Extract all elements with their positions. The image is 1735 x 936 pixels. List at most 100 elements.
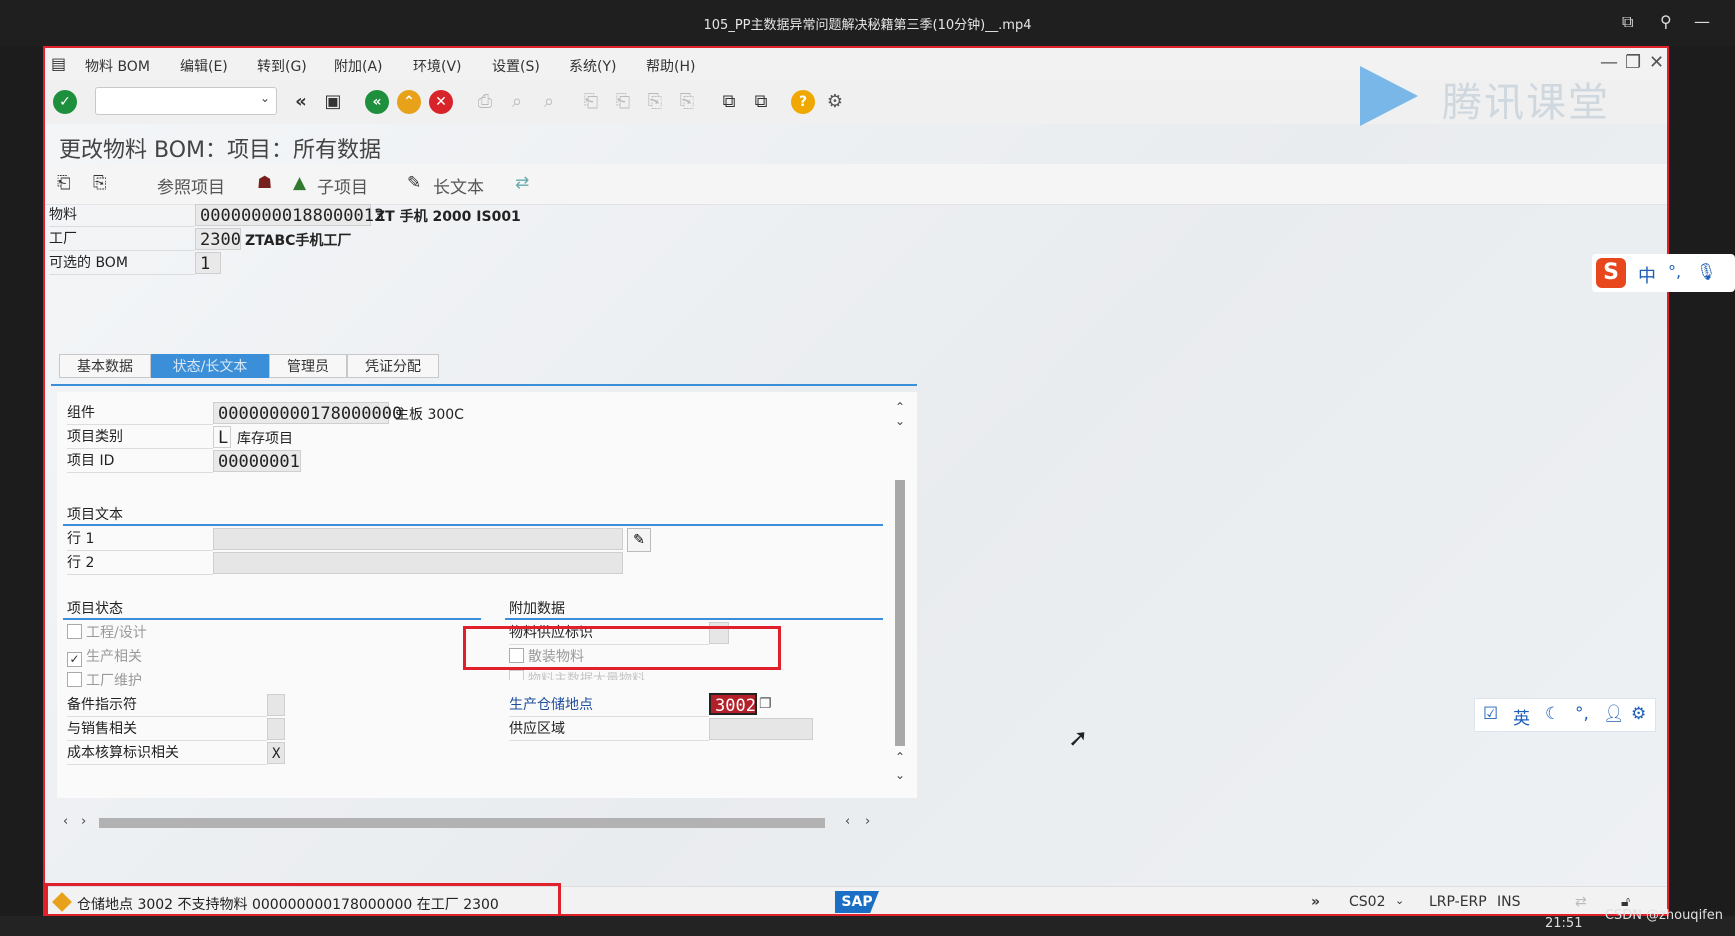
find-next-icon[interactable]: ⌕ <box>537 90 561 114</box>
menu-icon[interactable]: ▤ <box>51 54 66 73</box>
horizontal-scroll-thumb[interactable] <box>99 818 825 828</box>
punctuation-icon[interactable]: °, <box>1668 262 1681 281</box>
enter-check-icon[interactable]: ✓ <box>53 90 77 114</box>
scroll-left-icon-2[interactable]: ‹ <box>845 814 850 829</box>
vertical-scroll-thumb[interactable] <box>895 480 905 746</box>
item-category-description: 库存项目 <box>237 431 293 447</box>
scroll-up-icon-2[interactable]: ⌃ <box>895 750 905 764</box>
horizontal-scrollbar[interactable]: ‹ › ‹ › <box>53 814 913 832</box>
next-page-icon[interactable]: ⎘ <box>643 90 667 114</box>
menu-material-bom[interactable]: 物料 BOM <box>85 56 150 76</box>
engineering-label: 工程/设计 <box>86 625 147 641</box>
sales-relevant-field[interactable] <box>267 718 285 740</box>
sub-item-icon[interactable]: ▲ <box>293 173 306 193</box>
first-page-icon[interactable]: ⎗ <box>579 90 603 114</box>
picture-in-picture-icon[interactable]: ⧉ <box>1622 12 1633 32</box>
menu-extras[interactable]: 附加(A) <box>334 56 383 76</box>
scroll-down-icon-2[interactable]: ⌄ <box>895 768 905 782</box>
window-close-icon[interactable]: ✕ <box>1649 52 1664 73</box>
scroll-down-icon[interactable]: ⌄ <box>895 414 905 428</box>
mouse-cursor-icon: ➚ <box>1068 724 1089 752</box>
tab-document-assignment[interactable]: 凭证分配 <box>347 354 439 378</box>
supply-area-field[interactable] <box>709 718 813 740</box>
tab-administration[interactable]: 管理员 <box>269 354 347 378</box>
hat-icon[interactable]: ☗ <box>257 173 272 193</box>
find-icon[interactable]: ⌕ <box>505 90 529 114</box>
save-icon[interactable]: ▣ <box>321 90 345 114</box>
menu-settings[interactable]: 设置(S) <box>492 56 540 76</box>
microphone-icon[interactable]: 🎙︎ <box>1696 262 1716 281</box>
command-field[interactable]: ⌄ <box>95 87 277 115</box>
exit-icon[interactable]: ⌃ <box>397 90 421 114</box>
last-page-icon[interactable]: ⎘ <box>675 90 699 114</box>
cancel-icon[interactable]: ✕ <box>429 90 453 114</box>
ime-settings-icon[interactable]: ⚙ <box>1631 704 1646 724</box>
video-title-bar: 105_PP主数据异常问题解决秘籍第三季(10分钟)__.mp4 ⧉ ⚲ — <box>0 0 1735 46</box>
costing-relevant-field[interactable]: X <box>267 742 285 764</box>
sap-window: ▤ 物料 BOM 编辑(E) 转到(G) 附加(A) 环境(V) 设置(S) 系… <box>43 46 1669 916</box>
minimize-icon[interactable]: — <box>1694 12 1710 31</box>
ime-lang-toggle[interactable]: 中 <box>1638 262 1656 288</box>
check-icon: ✓ <box>67 652 82 667</box>
gear-icon[interactable]: ⚙ <box>823 90 847 114</box>
chevron-down-icon[interactable]: ⌄ <box>260 91 270 105</box>
text-line1-field[interactable] <box>213 528 623 550</box>
transaction-code[interactable]: CS02 <box>1349 894 1385 910</box>
transfer-icon[interactable]: ⇄ <box>515 173 529 193</box>
new-session-icon[interactable]: ⧉ <box>717 90 741 114</box>
tab-basic-data[interactable]: 基本数据 <box>59 354 151 378</box>
value-help-icon[interactable]: ❐ <box>759 696 772 712</box>
vertical-scrollbar[interactable]: ⌃ ⌄ ⌃ ⌄ <box>891 400 909 790</box>
material-field[interactable]: 000000000188000013 <box>195 204 384 226</box>
back-icon[interactable]: « <box>365 90 389 114</box>
scroll-right-icon[interactable]: › <box>81 814 86 829</box>
alt-bom-label: 可选的 BOM <box>49 252 195 275</box>
production-storage-location-field[interactable]: 3002 <box>709 693 757 716</box>
pin-icon[interactable]: ⚲ <box>1660 12 1672 31</box>
next-item-icon[interactable]: ⎘ <box>93 173 107 193</box>
long-text-button[interactable]: 长文本 <box>433 173 484 198</box>
spare-indicator-field[interactable] <box>267 694 285 716</box>
plant-field[interactable]: 2300 <box>195 228 241 250</box>
plant-maintenance-checkbox[interactable]: 工厂维护 <box>67 670 142 690</box>
item-id-field[interactable]: 00000001 <box>213 450 301 472</box>
menu-goto[interactable]: 转到(G) <box>257 56 307 76</box>
print-icon[interactable]: ⎙ <box>473 90 497 114</box>
alt-bom-field[interactable]: 1 <box>195 252 221 274</box>
input-mode[interactable]: INS <box>1497 894 1521 910</box>
plant-label: 工厂 <box>49 228 195 251</box>
moon-icon[interactable]: ☾ <box>1545 704 1560 724</box>
item-category-field[interactable]: L <box>213 426 231 448</box>
expand-status-icon[interactable]: » <box>1311 894 1320 910</box>
tab-status-long-text[interactable]: 状态/长文本 <box>151 354 269 378</box>
menu-system[interactable]: 系统(Y) <box>569 56 616 76</box>
sub-item-button[interactable]: 子项目 <box>317 173 368 198</box>
help-icon[interactable]: ? <box>791 90 815 114</box>
ime-english-toggle[interactable]: 英 <box>1513 704 1530 729</box>
user-icon[interactable]: 👤︎ <box>1603 704 1625 724</box>
taskbar-clock: 21:51 <box>1545 916 1583 931</box>
engineering-checkbox[interactable]: 工程/设计 <box>67 622 147 642</box>
scroll-right-icon-2[interactable]: › <box>865 814 870 829</box>
scroll-up-icon[interactable]: ⌃ <box>895 400 905 414</box>
menu-edit[interactable]: 编辑(E) <box>180 56 228 76</box>
sogou-logo-icon[interactable]: S <box>1596 258 1626 288</box>
back-double-chevron-icon[interactable]: « <box>289 90 313 114</box>
component-field[interactable]: 000000000178000000 <box>213 402 402 424</box>
edit-text-icon[interactable]: ✎ <box>627 528 651 552</box>
text-line2-label: 行 2 <box>67 552 213 575</box>
play-logo-icon <box>1360 66 1418 126</box>
menu-help[interactable]: 帮助(H) <box>646 56 695 76</box>
tcode-chevron-icon[interactable]: ⌄ <box>1395 894 1404 907</box>
prev-page-icon[interactable]: ⎗ <box>611 90 635 114</box>
previous-item-icon[interactable]: ⎗ <box>57 173 71 193</box>
ime-check-icon[interactable]: ☑ <box>1483 704 1498 724</box>
long-text-icon[interactable]: ✎ <box>407 173 421 193</box>
production-relevant-checkbox[interactable]: ✓ 生产相关 <box>67 646 142 667</box>
punctuation-icon-2[interactable]: °, <box>1575 704 1589 724</box>
scroll-left-icon[interactable]: ‹ <box>63 814 68 829</box>
ref-item-button[interactable]: 参照项目 <box>157 173 225 198</box>
shortcut-icon[interactable]: ⧉ <box>749 90 773 114</box>
menu-environment[interactable]: 环境(V) <box>413 56 462 76</box>
text-line2-field[interactable] <box>213 552 623 574</box>
